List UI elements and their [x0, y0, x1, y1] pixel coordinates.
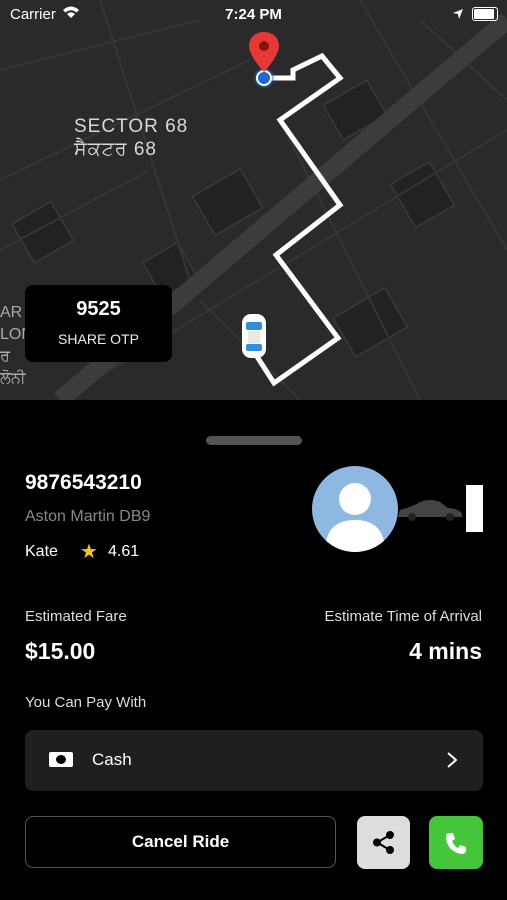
battery-icon — [472, 7, 498, 21]
vehicle-image-placeholder — [466, 485, 483, 532]
otp-label: SHARE OTP — [58, 331, 139, 347]
otp-code: 9525 — [76, 298, 121, 320]
car-icon — [240, 312, 268, 365]
driver-avatar — [312, 466, 398, 552]
chevron-right-icon — [446, 751, 458, 774]
call-button[interactable] — [429, 816, 483, 869]
fare-value: $15.00 — [25, 638, 96, 664]
map-view[interactable]: SECTOR 68 ਸੈਕਟਰ 68 AR LON ਰ ਲੋਨੀ 9525 SH… — [0, 0, 507, 400]
share-button[interactable] — [357, 816, 410, 869]
driver-name: Kate — [25, 543, 58, 560]
payment-method-selector[interactable]: Cash — [25, 730, 483, 791]
car-silhouette-icon — [396, 496, 464, 527]
eta-label: Estimate Time of Arrival — [324, 608, 482, 625]
edge-label-4: ਲੋਨੀ — [0, 370, 26, 387]
status-bar: Carrier 7:24 PM — [0, 0, 507, 28]
ride-details-sheet: 9876543210 Aston Martin DB9 Kate ★ 4.61 … — [0, 400, 507, 900]
car-model: Aston Martin DB9 — [25, 508, 151, 525]
payment-method-label: Cash — [92, 750, 132, 769]
clock-label: 7:24 PM — [225, 6, 282, 23]
star-icon: ★ — [80, 541, 98, 563]
fare-label: Estimated Fare — [25, 608, 127, 625]
sector-label-english: SECTOR 68 — [74, 116, 189, 137]
cancel-ride-button[interactable]: Cancel Ride — [25, 816, 336, 868]
drag-handle[interactable] — [206, 436, 302, 445]
cash-icon — [49, 752, 73, 767]
driver-phone: 9876543210 — [25, 471, 142, 494]
share-icon — [373, 831, 394, 854]
sector-label: SECTOR 68 ਸੈਕਟਰ 68 — [74, 115, 188, 161]
user-silhouette-icon — [325, 483, 385, 552]
eta-value: 4 mins — [409, 638, 482, 664]
location-arrow-icon — [452, 7, 464, 24]
phone-icon — [446, 833, 466, 854]
otp-card: 9525 SHARE OTP — [25, 285, 172, 362]
payment-label: You Can Pay With — [25, 694, 147, 711]
sector-label-punjabi: ਸੈਕਟਰ 68 — [74, 139, 157, 160]
destination-pin-icon — [247, 30, 283, 95]
driver-rating: 4.61 — [108, 543, 140, 560]
